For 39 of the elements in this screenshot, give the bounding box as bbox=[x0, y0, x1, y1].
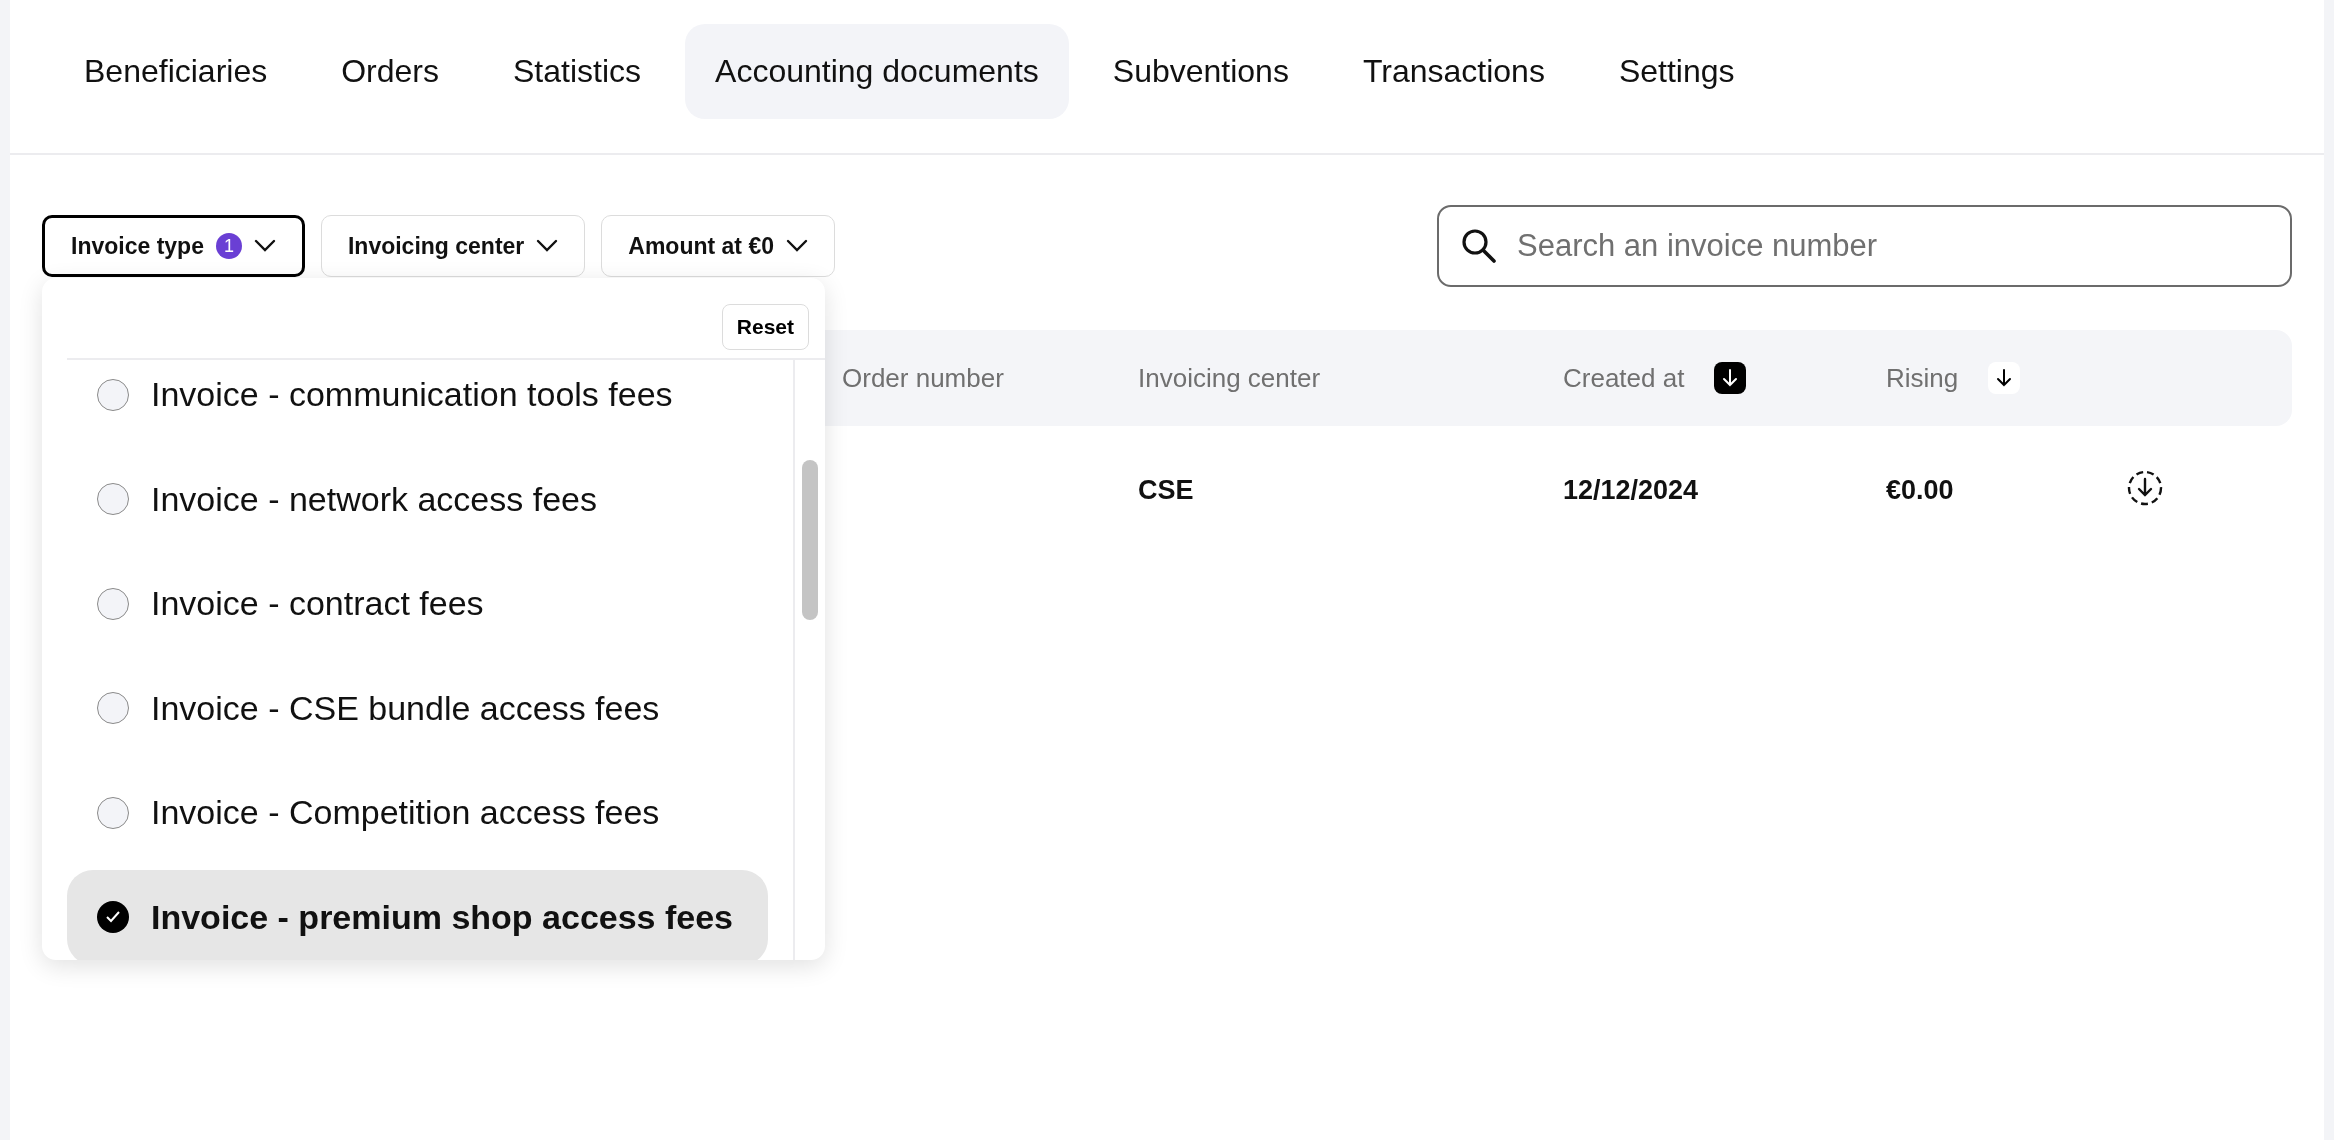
search-bar[interactable]: Search an invoice number bbox=[1437, 205, 2292, 287]
column-header: Order number bbox=[842, 362, 1004, 394]
nav-tab[interactable]: Accounting documents bbox=[685, 24, 1069, 119]
nav-tab[interactable]: Subventions bbox=[1082, 24, 1319, 119]
table-cell: €0.00 bbox=[1886, 474, 1954, 505]
search-icon bbox=[1461, 228, 1497, 264]
column-header: Rising bbox=[1886, 362, 1959, 394]
checkbox[interactable] bbox=[97, 692, 129, 724]
menu-option[interactable]: Invoice - CSE bundle access fees bbox=[67, 660, 768, 756]
nav-tab[interactable]: Settings bbox=[1588, 24, 1765, 119]
chevron-down-icon bbox=[536, 239, 559, 253]
nav-tab[interactable]: Statistics bbox=[483, 24, 672, 119]
nav-tab[interactable]: Transactions bbox=[1332, 24, 1575, 119]
chevron-down-icon bbox=[786, 239, 808, 253]
column-header: Created at bbox=[1563, 362, 1685, 394]
count-badge: 1 bbox=[215, 233, 242, 259]
menu-option[interactable]: Invoice - network access fees bbox=[67, 451, 768, 547]
column-header: Invoicing center bbox=[1138, 362, 1321, 394]
reset-button[interactable]: Reset bbox=[721, 304, 809, 350]
scrollbar-thumb[interactable] bbox=[802, 460, 818, 620]
filter-dropdown[interactable]: Invoicing center bbox=[320, 215, 586, 277]
chevron-down-icon bbox=[253, 239, 276, 253]
check-icon bbox=[105, 910, 121, 924]
table-cell: CSE bbox=[1138, 474, 1194, 505]
download-icon[interactable] bbox=[2126, 469, 2164, 507]
nav-tab[interactable]: Orders bbox=[311, 24, 469, 119]
menu-option[interactable]: Invoice - premium shop access fees bbox=[67, 869, 768, 960]
checkbox[interactable] bbox=[97, 796, 129, 829]
menu-option[interactable]: Invoice - Competition access fees bbox=[67, 765, 768, 860]
menu-option[interactable]: Invoice - communication tools fees bbox=[67, 360, 768, 442]
menu-option[interactable]: Invoice - contract fees bbox=[67, 556, 768, 651]
table-cell: 12/12/2024 bbox=[1563, 474, 1699, 505]
checkbox[interactable] bbox=[97, 901, 129, 933]
filter-dropdown[interactable]: Invoice type 1 bbox=[42, 215, 305, 277]
filter-dropdown[interactable]: Amount at €0 bbox=[601, 215, 835, 277]
nav-tab[interactable]: Beneficiaries bbox=[54, 24, 298, 119]
checkbox[interactable] bbox=[97, 483, 129, 515]
checkbox[interactable] bbox=[97, 587, 129, 620]
checkbox[interactable] bbox=[97, 378, 129, 411]
